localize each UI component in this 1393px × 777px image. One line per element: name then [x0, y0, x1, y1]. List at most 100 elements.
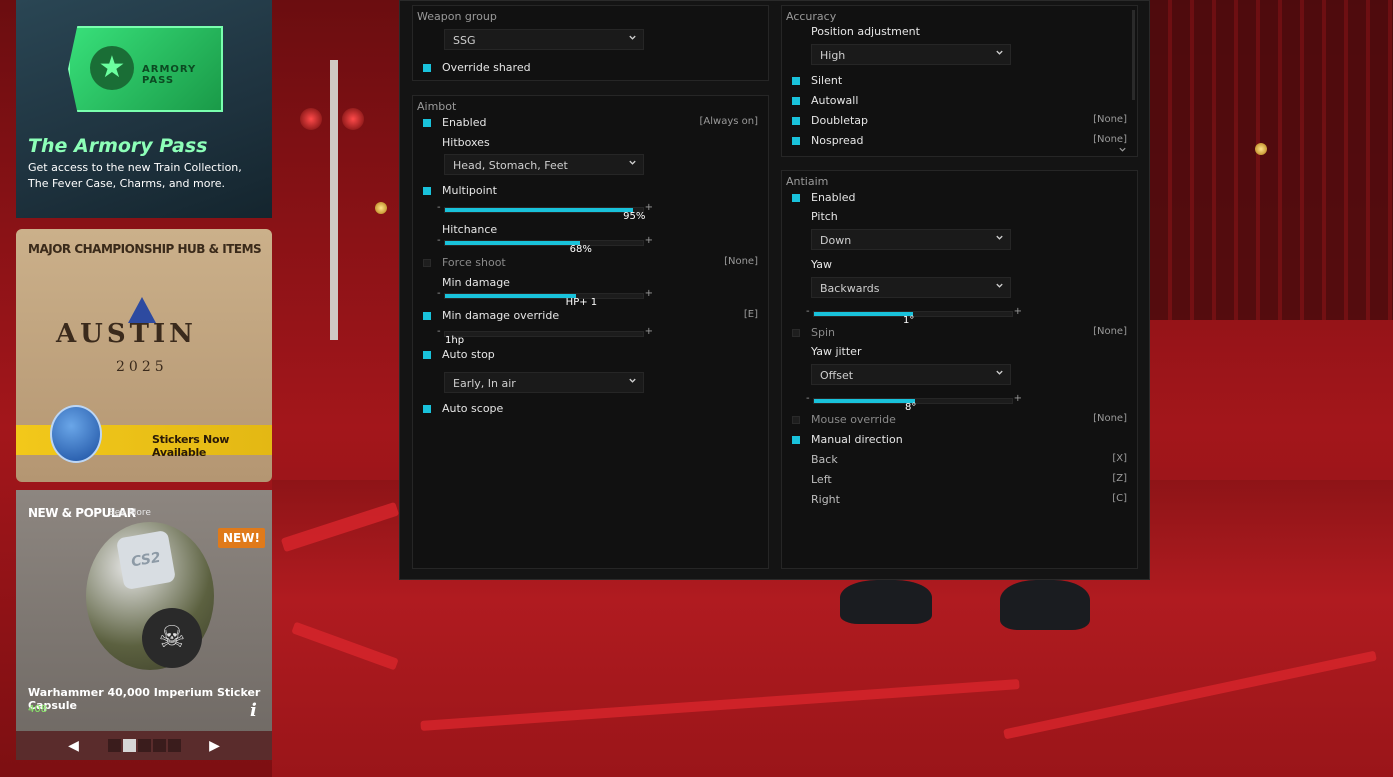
chevron-down-icon — [629, 35, 636, 40]
auto-scope-row[interactable]: Auto scope — [413, 402, 768, 418]
carousel-dot[interactable] — [152, 739, 166, 752]
mouse-override-key[interactable]: [None] — [1093, 413, 1127, 424]
pitch-dropdown[interactable]: Down — [811, 229, 1011, 250]
multipoint-slider[interactable]: - 95% + — [437, 202, 653, 222]
hitchance-slider[interactable]: - 68% + — [437, 235, 653, 255]
slider-fill — [814, 399, 915, 403]
doubletap-row[interactable]: Doubletap [None] — [782, 114, 1137, 130]
weapon-group-section: Weapon group SSG Override shared — [412, 5, 769, 81]
force-shoot-row[interactable]: Force shoot [None] — [413, 256, 768, 272]
slider-plus-icon[interactable]: + — [645, 326, 653, 337]
autowall-checkbox[interactable] — [792, 97, 800, 105]
left-label: Left — [811, 473, 832, 486]
item-price: 408 — [28, 704, 48, 715]
aimbot-enabled-key[interactable]: [Always on] — [700, 116, 759, 127]
min-damage-override-value: 1hp — [445, 335, 465, 346]
aimbot-enabled-row[interactable]: Enabled [Always on] — [413, 116, 768, 132]
scroll-down-chevron-icon[interactable] — [1118, 145, 1127, 154]
override-shared-row[interactable]: Override shared — [413, 61, 768, 77]
carousel-dot[interactable] — [167, 739, 181, 752]
sticker-capsule-icon — [50, 405, 102, 463]
new-popular-card[interactable]: NEW & POPULAR See More CS2 ☠ NEW! Warham… — [16, 490, 272, 760]
spin-key[interactable]: [None] — [1093, 326, 1127, 337]
major-title: MAJOR CHAMPIONSHIP HUB & ITEMS — [28, 242, 262, 256]
hitboxes-dropdown[interactable]: Head, Stomach, Feet — [444, 154, 644, 175]
yaw-slider[interactable]: - 1° + — [806, 306, 1022, 326]
silent-row[interactable]: Silent — [782, 74, 1137, 90]
silent-checkbox[interactable] — [792, 77, 800, 85]
slider-fill — [445, 294, 576, 298]
left-key[interactable]: [Z] — [1112, 473, 1127, 484]
slider-minus-icon[interactable]: - — [437, 235, 441, 246]
antiaim-section: Antiaim Enabled Pitch Down Yaw Backwards… — [781, 170, 1138, 569]
min-damage-override-slider[interactable]: - 1hp + — [437, 326, 653, 346]
carousel-dot[interactable] — [137, 739, 151, 752]
manual-direction-checkbox[interactable] — [792, 436, 800, 444]
antiaim-enabled-row[interactable]: Enabled — [782, 191, 1137, 207]
min-damage-slider[interactable]: - HP+ 1 + — [437, 288, 653, 308]
multipoint-checkbox[interactable] — [423, 187, 431, 195]
doubletap-label: Doubletap — [811, 114, 869, 127]
signal-pole — [330, 60, 338, 340]
auto-stop-row[interactable]: Auto stop — [413, 348, 768, 364]
yaw-jitter-label: Yaw jitter — [811, 345, 862, 358]
spin-row[interactable]: Spin [None] — [782, 326, 1137, 342]
override-shared-checkbox[interactable] — [423, 64, 431, 72]
auto-stop-dropdown[interactable]: Early, In air — [444, 372, 644, 393]
slider-minus-icon[interactable]: - — [437, 202, 441, 213]
doubletap-key[interactable]: [None] — [1093, 114, 1127, 125]
doubletap-checkbox[interactable] — [792, 117, 800, 125]
auto-stop-checkbox[interactable] — [423, 351, 431, 359]
slider-minus-icon[interactable]: - — [806, 393, 810, 404]
autowall-row[interactable]: Autowall — [782, 94, 1137, 110]
nospread-key[interactable]: [None] — [1093, 134, 1127, 145]
force-shoot-key[interactable]: [None] — [724, 256, 758, 267]
mouse-override-checkbox[interactable] — [792, 416, 800, 424]
back-key[interactable]: [X] — [1112, 453, 1127, 464]
multipoint-row[interactable]: Multipoint — [413, 184, 768, 200]
yaw-jitter-dropdown[interactable]: Offset — [811, 364, 1011, 385]
antiaim-enabled-checkbox[interactable] — [792, 194, 800, 202]
yaw-dropdown[interactable]: Backwards — [811, 277, 1011, 298]
back-row[interactable]: Back [X] — [782, 453, 1137, 469]
force-shoot-checkbox[interactable] — [423, 259, 431, 267]
slider-minus-icon[interactable]: - — [437, 288, 441, 299]
right-row[interactable]: Right [C] — [782, 493, 1137, 509]
slider-minus-icon[interactable]: - — [806, 306, 810, 317]
mouse-override-row[interactable]: Mouse override [None] — [782, 413, 1137, 429]
new-badge: NEW! — [218, 528, 265, 548]
yaw-jitter-slider[interactable]: - 8° + — [806, 393, 1022, 413]
carousel-dot[interactable] — [122, 739, 136, 752]
slider-plus-icon[interactable]: + — [645, 288, 653, 299]
min-damage-override-label: Min damage override — [442, 309, 560, 322]
slider-plus-icon[interactable]: + — [645, 235, 653, 246]
manual-direction-row[interactable]: Manual direction — [782, 433, 1137, 449]
nospread-row[interactable]: Nospread [None] — [782, 134, 1137, 150]
carousel-prev-icon[interactable]: ◀ — [60, 738, 88, 754]
left-row[interactable]: Left [Z] — [782, 473, 1137, 489]
min-damage-override-row[interactable]: Min damage override [E] — [413, 309, 768, 325]
aimbot-enabled-checkbox[interactable] — [423, 119, 431, 127]
armory-pass-card[interactable]: ★ ARMORY PASS The Armory Pass Get access… — [16, 0, 272, 218]
major-championship-card[interactable]: MAJOR CHAMPIONSHIP HUB & ITEMS AUSTIN 20… — [16, 229, 272, 482]
see-more-link[interactable]: See More — [109, 508, 151, 518]
armory-title: The Armory Pass — [28, 135, 208, 157]
nospread-checkbox[interactable] — [792, 137, 800, 145]
position-adjustment-dropdown[interactable]: High — [811, 44, 1011, 65]
carousel-dot[interactable] — [107, 739, 121, 752]
right-key[interactable]: [C] — [1112, 493, 1127, 504]
slider-plus-icon[interactable]: + — [1014, 393, 1022, 404]
spin-checkbox[interactable] — [792, 329, 800, 337]
min-damage-override-key[interactable]: [E] — [744, 309, 758, 320]
carousel-next-icon[interactable]: ▶ — [201, 738, 229, 754]
slider-minus-icon[interactable]: - — [437, 326, 441, 337]
slider-plus-icon[interactable]: + — [645, 202, 653, 213]
multipoint-label: Multipoint — [442, 184, 497, 197]
armory-ticket-image: ★ ARMORY PASS — [68, 26, 223, 112]
info-icon[interactable]: i — [250, 700, 257, 721]
weapon-group-dropdown[interactable]: SSG — [444, 29, 644, 50]
auto-scope-checkbox[interactable] — [423, 405, 431, 413]
aimbot-enabled-label: Enabled — [442, 116, 487, 129]
slider-plus-icon[interactable]: + — [1014, 306, 1022, 317]
min-damage-override-checkbox[interactable] — [423, 312, 431, 320]
